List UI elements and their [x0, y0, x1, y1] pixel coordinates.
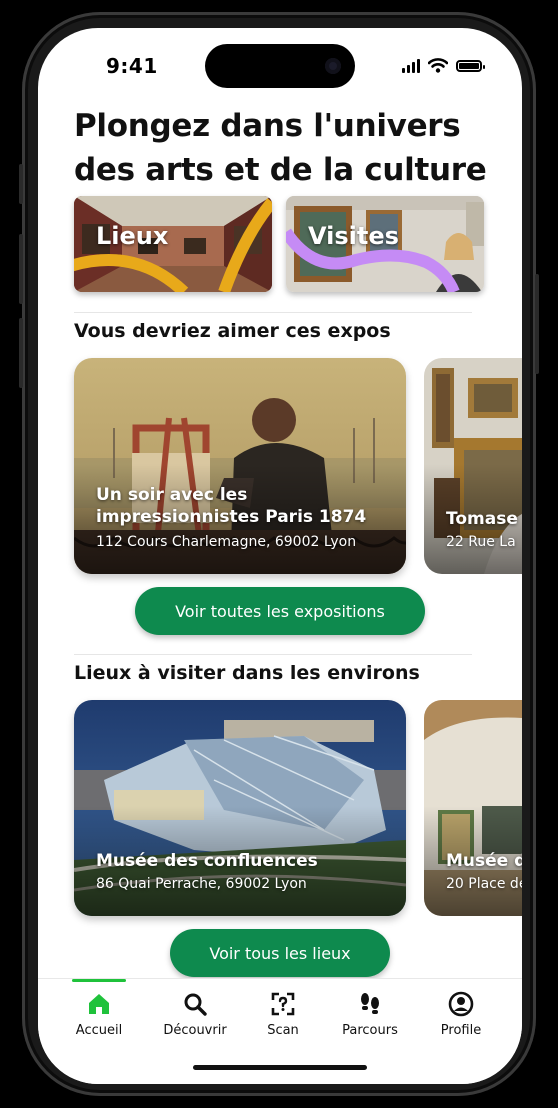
- app-screen: 9:41 Plongez dans l'univers des arts et …: [38, 28, 522, 1084]
- action-button: [19, 164, 23, 204]
- place-card-next[interactable]: Musée d 20 Place de: [424, 700, 522, 916]
- category-label-visites: Visites: [308, 222, 399, 250]
- expo-card-next[interactable]: Tomase 22 Rue La: [424, 358, 522, 574]
- expo-card-title: Un soir avec les impressionnistes Paris …: [96, 485, 367, 527]
- see-all-expos-button[interactable]: Voir toutes les expositions: [135, 587, 425, 635]
- tab-accueil[interactable]: Accueil: [54, 991, 144, 1038]
- footsteps-icon: [361, 993, 379, 1014]
- dynamic-island: [205, 44, 355, 88]
- section-divider: [74, 654, 472, 655]
- status-time: 9:41: [106, 54, 158, 78]
- home-icon: [89, 994, 109, 1014]
- section-title-places: Lieux à visiter dans les environs: [74, 662, 420, 684]
- tab-label-parcours: Parcours: [342, 1023, 398, 1038]
- scan-icon: [271, 992, 295, 1016]
- power-button: [535, 274, 539, 374]
- battery-icon: [456, 59, 485, 72]
- category-card-visites[interactable]: Visites: [286, 196, 484, 292]
- expo-card[interactable]: Un soir avec les impressionnistes Paris …: [74, 358, 406, 574]
- active-tab-indicator: [72, 979, 126, 982]
- cellular-signal-icon: [402, 58, 420, 73]
- expo-card-next-address: 22 Rue La: [446, 534, 516, 550]
- place-card-address: 86 Quai Perrache, 69002 Lyon: [96, 876, 307, 892]
- tab-parcours[interactable]: Parcours: [325, 991, 415, 1038]
- wifi-icon: [428, 58, 448, 73]
- tab-scan[interactable]: Scan: [238, 991, 328, 1038]
- tab-label-profile: Profile: [440, 1023, 482, 1038]
- see-all-places-button[interactable]: Voir tous les lieux: [170, 929, 390, 977]
- section-title-expos: Vous devriez aimer ces expos: [74, 320, 391, 342]
- tab-label-scan: Scan: [267, 1023, 299, 1038]
- volume-down-button: [19, 318, 23, 388]
- category-card-lieux[interactable]: Lieux: [74, 196, 272, 292]
- profile-icon: [448, 991, 474, 1017]
- tab-label-accueil: Accueil: [75, 1023, 123, 1038]
- search-icon: [184, 993, 207, 1016]
- tab-profile[interactable]: Profile: [416, 991, 506, 1038]
- camera-icon: [325, 58, 341, 74]
- volume-up-button: [19, 234, 23, 304]
- status-bar: 9:41: [38, 28, 522, 98]
- expo-card-next-title: Tomase: [446, 509, 518, 529]
- page-headline: Plongez dans l'univers des arts et de la…: [74, 108, 487, 188]
- expo-card-address: 112 Cours Charlemagne, 69002 Lyon: [96, 534, 357, 550]
- place-card-next-address: 20 Place de: [446, 876, 522, 892]
- place-card-next-title: Musée d: [446, 851, 522, 871]
- section-divider: [74, 312, 472, 313]
- category-label-lieux: Lieux: [96, 222, 169, 250]
- status-icons: [402, 58, 485, 73]
- place-card[interactable]: Musée des confluences 86 Quai Perrache, …: [74, 700, 406, 916]
- tab-label-decouvrir: Découvrir: [163, 1023, 227, 1038]
- place-card-title: Musée des confluences: [96, 851, 318, 871]
- tab-decouvrir[interactable]: Découvrir: [150, 991, 240, 1038]
- home-indicator: [193, 1065, 367, 1070]
